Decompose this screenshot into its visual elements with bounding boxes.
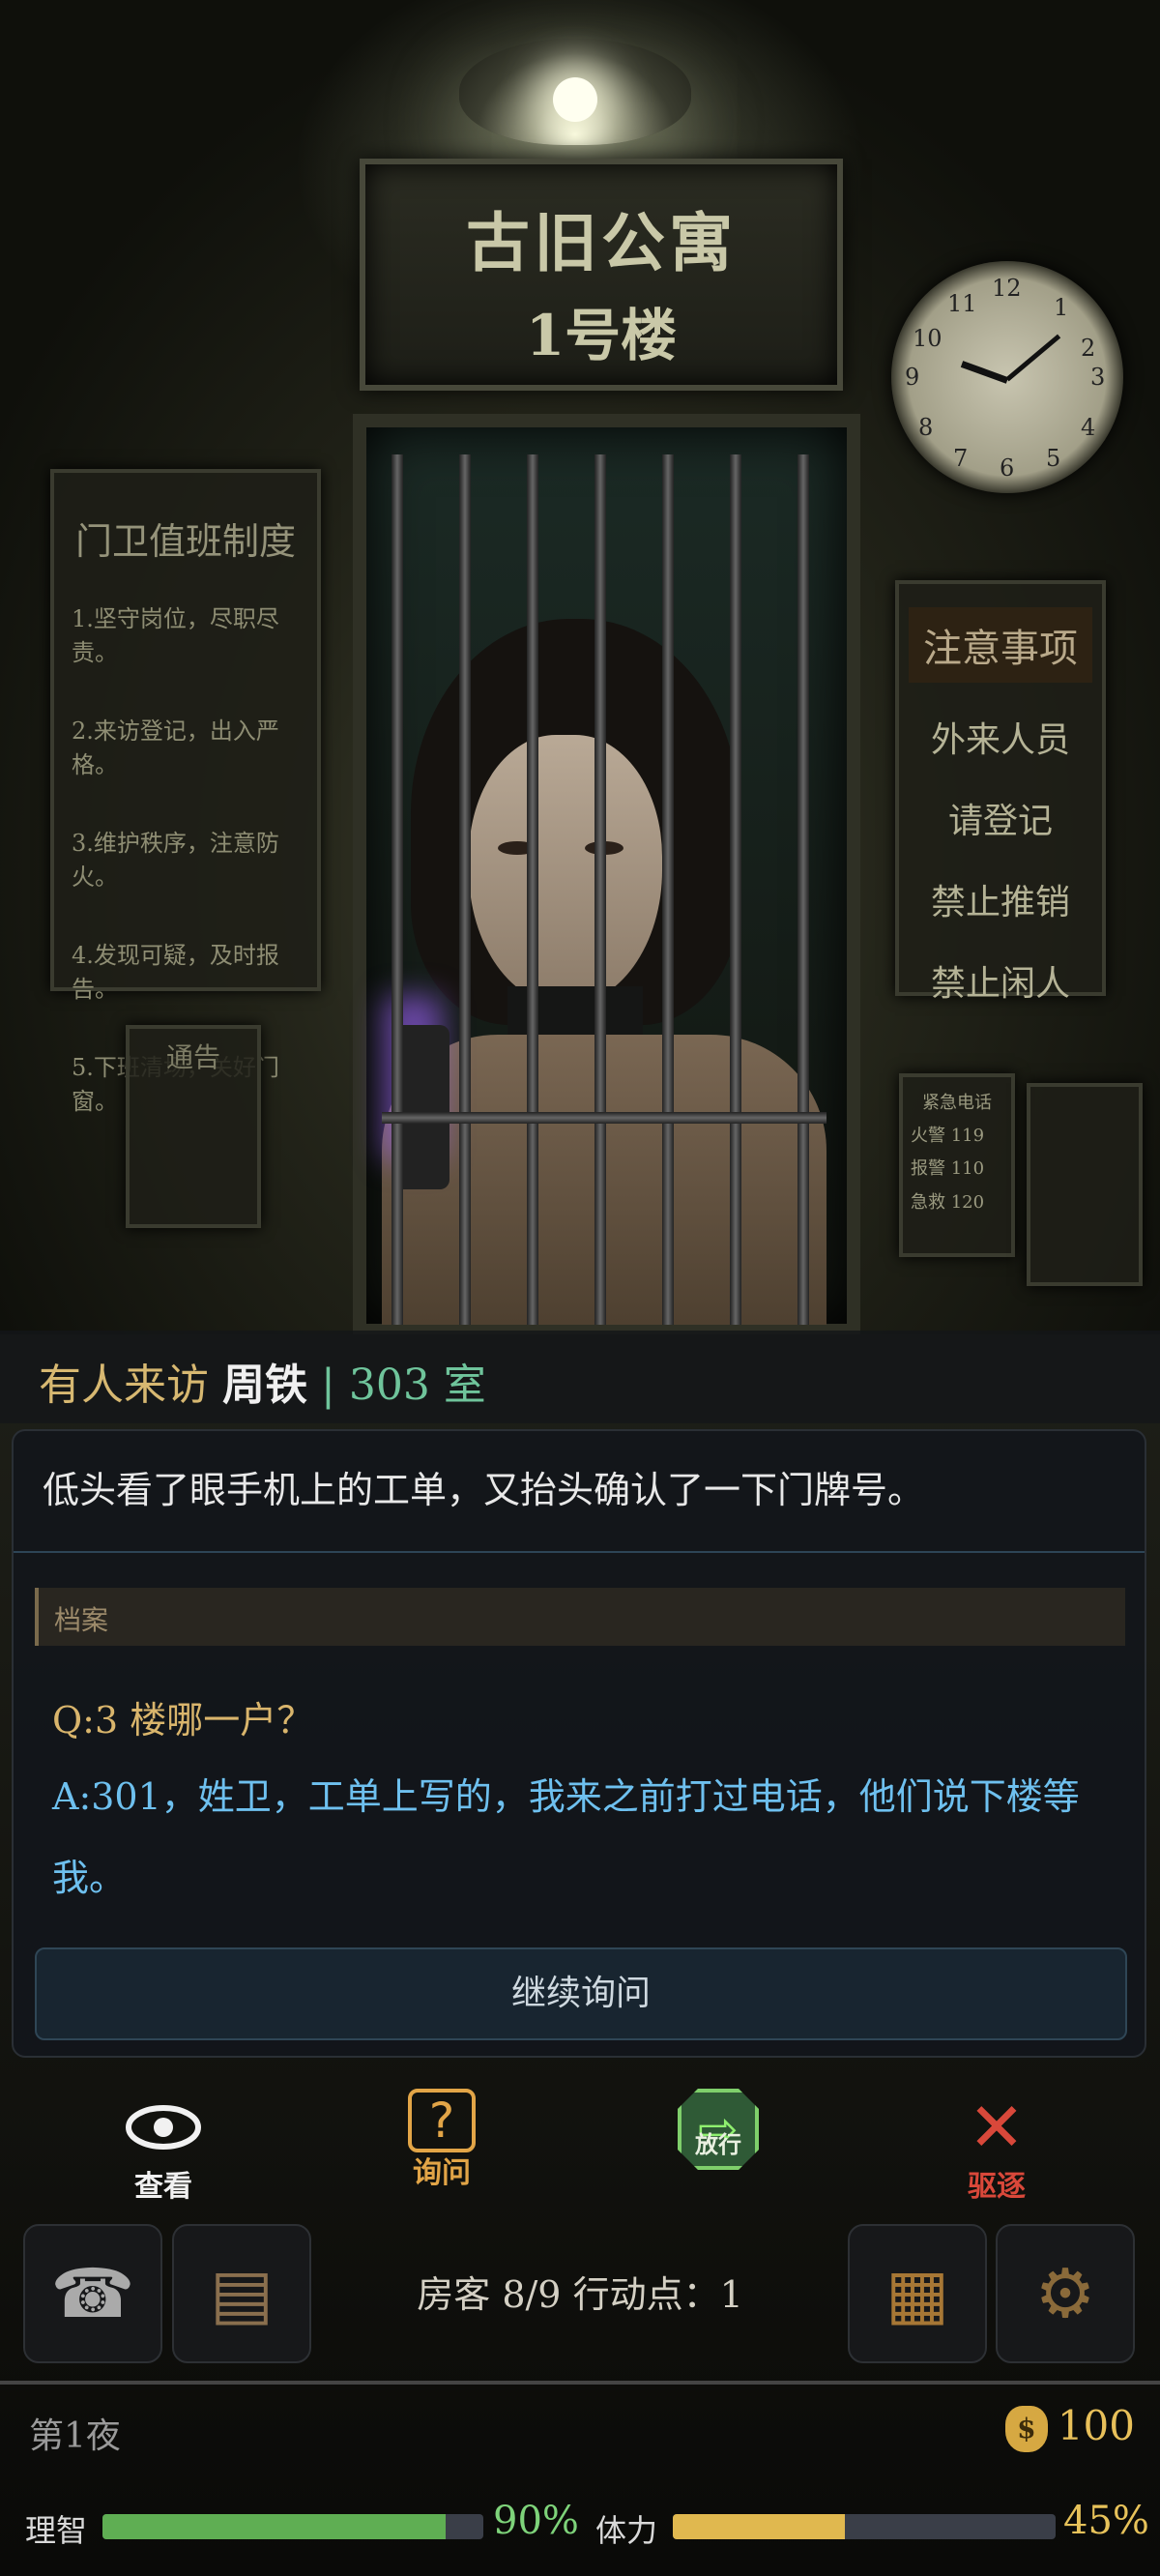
- notice-paper: 通告: [126, 1025, 261, 1228]
- visitor-separator: |: [321, 1361, 335, 1410]
- emergency-item: 报警 110: [911, 1158, 985, 1180]
- eye-icon: [120, 2089, 207, 2166]
- dialogue-panel: 低头看了眼手机上的工单，又抬头确认了一下门牌号。 档案 Q:3 楼哪一户？ A:…: [12, 1429, 1146, 2058]
- visitor-room: 303 室: [348, 1361, 486, 1410]
- emergency-item: 急救 120: [911, 1191, 985, 1213]
- ask-button[interactable]: ? 询问: [389, 2089, 495, 2205]
- money-value: 100: [1057, 2402, 1135, 2449]
- notice-item: 外来人员: [930, 720, 1070, 760]
- telephone-button[interactable]: ☎: [23, 2224, 162, 2363]
- gear-icon: ⚙: [1034, 2254, 1096, 2333]
- lamp-bulb: [553, 77, 597, 122]
- phone-icon: ☎: [50, 2254, 135, 2333]
- visitor-name: 周铁: [222, 1361, 307, 1410]
- stamina-value: 45%: [1063, 2499, 1149, 2543]
- sanity-value: 90%: [493, 2499, 579, 2543]
- archive-tab[interactable]: 档案: [35, 1588, 1125, 1646]
- logbook-button[interactable]: ▤: [172, 2224, 311, 2363]
- toolbox-button[interactable]: ▦: [848, 2224, 987, 2363]
- ask-label: 询问: [413, 2156, 471, 2190]
- duty-rule-item: 1.坚守岗位，尽职尽责。: [72, 605, 279, 666]
- notice-item: 禁止闲人: [930, 964, 1070, 1004]
- building-sign-line2: 1号楼: [525, 303, 678, 368]
- cross-arrow-icon: ✕: [968, 2088, 1026, 2167]
- stamina-bar: [673, 2514, 1056, 2539]
- emergency-phone-poster: 紧急电话 火警 119 报警 110 急救 120: [899, 1073, 1015, 1257]
- notice-item: 禁止推销: [930, 883, 1070, 922]
- stamina-label: 体力: [595, 2512, 658, 2549]
- notice-board: 注意事项 外来人员 请登记 禁止推销 禁止闲人: [895, 580, 1106, 1004]
- building-sign-line1: 古旧公寓: [466, 205, 737, 280]
- let-pass-label: 放行: [695, 2131, 741, 2158]
- emergency-title: 紧急电话: [922, 1093, 992, 1113]
- money-bag-icon: $: [1004, 2406, 1048, 2452]
- evict-label: 驱逐: [968, 2170, 1026, 2204]
- question-icon: ?: [408, 2089, 476, 2152]
- duty-rules-title: 门卫值班制度: [74, 520, 296, 563]
- notice-item: 请登记: [947, 802, 1053, 841]
- visitor-prefix: 有人来访: [39, 1361, 209, 1410]
- look-label: 查看: [134, 2170, 192, 2204]
- notice-paper-title: 通告: [165, 1041, 220, 1073]
- building-sign: 古旧公寓 1号楼: [360, 159, 843, 391]
- duty-rule-item: 2.来访登记，出入严格。: [72, 717, 279, 778]
- visitor-header: 有人来访 周铁 | 303 室: [0, 1331, 1160, 1423]
- settings-button[interactable]: ⚙: [996, 2224, 1135, 2363]
- duty-rule-item: 4.发现可疑，及时报告。: [72, 942, 279, 1003]
- window-bars: [382, 454, 826, 1325]
- duty-rules-poster: 门卫值班制度 1.坚守岗位，尽职尽责。 2.来访登记，出入严格。 3.维护秩序，…: [50, 469, 321, 1115]
- status-divider: [0, 2381, 1160, 2385]
- night-counter: 第1夜: [29, 2416, 121, 2456]
- money-display: $100: [1004, 2402, 1135, 2452]
- question-text: Q:3 楼哪一户？: [52, 1699, 314, 1742]
- duty-rule-item: 3.维护秩序，注意防火。: [72, 830, 279, 891]
- toolbox-icon: ▦: [884, 2254, 950, 2333]
- sanity-label: 理智: [25, 2512, 88, 2549]
- wall-clock-icon: 12 1 2 3 4 5 6 7 8 9 10 11: [891, 261, 1123, 493]
- sanity-bar: [102, 2514, 483, 2539]
- emergency-item: 火警 119: [911, 1126, 985, 1147]
- answer-text: A:301，姓卫，工单上写的，我来之前打过电话，他们说下楼等我。: [52, 1775, 1080, 1899]
- let-pass-button[interactable]: ⇨ 放行: [665, 2089, 771, 2205]
- stamina-bar-fill: [673, 2514, 846, 2539]
- narration-text: 低头看了眼手机上的工单，又抬头确认了一下门牌号。: [14, 1431, 1145, 1553]
- look-button[interactable]: 查看: [110, 2089, 217, 2205]
- sanity-bar-fill: [102, 2514, 446, 2539]
- wall-paper: [1027, 1083, 1143, 1286]
- tenant-action-stats: 房客 8/9 行动点：1: [417, 2273, 743, 2316]
- notice-board-title: 注意事项: [909, 607, 1092, 683]
- evict-button[interactable]: ✕ 驱逐: [943, 2088, 1050, 2205]
- book-icon: ▤: [209, 2254, 275, 2333]
- continue-asking-button[interactable]: 继续询问: [35, 1947, 1127, 2040]
